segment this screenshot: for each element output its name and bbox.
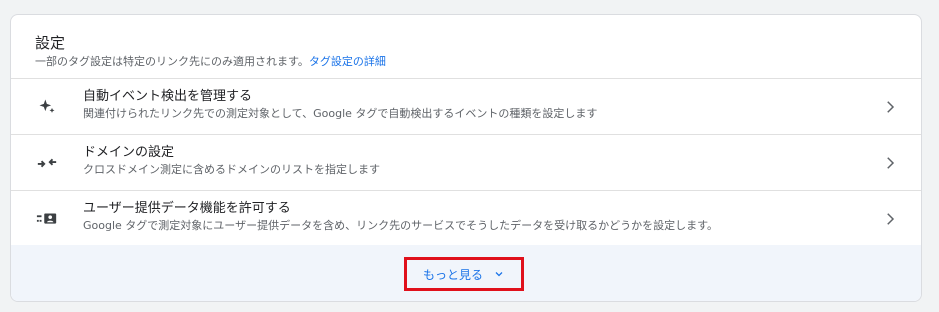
settings-subtitle-text: 一部のタグ設定は特定のリンク先にのみ適用されます。 (35, 55, 309, 68)
chevron-right-icon (887, 101, 895, 113)
settings-item-domain-settings[interactable]: ドメインの設定 クロスドメイン測定に含めるドメインのリストを指定します (11, 135, 921, 191)
arrows-inward-icon (35, 151, 59, 175)
settings-footer: もっと見る (11, 245, 921, 301)
settings-item-description: Google タグで測定対象にユーザー提供データを含め、リンク先のサービスでそう… (83, 219, 718, 232)
chevron-down-icon (495, 272, 503, 277)
settings-item-title: ユーザー提供データ機能を許可する (83, 201, 291, 216)
settings-subtitle: 一部のタグ設定は特定のリンク先にのみ適用されます。タグ設定の詳細 (35, 54, 897, 70)
sparkle-icon (35, 95, 59, 119)
settings-item-title: ドメインの設定 (83, 145, 175, 160)
user-data-icon (35, 207, 59, 231)
chevron-right-icon (887, 157, 895, 169)
settings-item-title: 自動イベント検出を管理する (83, 89, 253, 104)
settings-item-description: クロスドメイン測定に含めるドメインのリストを指定します (83, 163, 380, 176)
settings-item-auto-event-detection[interactable]: 自動イベント検出を管理する 関連付けられたリンク先での測定対象として、Googl… (11, 79, 921, 135)
tag-settings-details-link[interactable]: タグ設定の詳細 (309, 55, 386, 68)
chevron-right-icon (887, 213, 895, 225)
show-more-label: もっと見る (422, 267, 483, 282)
settings-card: 設定 一部のタグ設定は特定のリンク先にのみ適用されます。タグ設定の詳細 自動イベ… (10, 14, 922, 302)
settings-item-user-provided-data[interactable]: ユーザー提供データ機能を許可する Google タグで測定対象にユーザー提供デー… (11, 191, 921, 247)
settings-header: 設定 一部のタグ設定は特定のリンク先にのみ適用されます。タグ設定の詳細 (11, 15, 921, 79)
show-more-button[interactable]: もっと見る (404, 257, 524, 291)
settings-item-description: 関連付けられたリンク先での測定対象として、Google タグで自動検出するイベン… (83, 107, 598, 120)
settings-title: 設定 (35, 34, 66, 52)
